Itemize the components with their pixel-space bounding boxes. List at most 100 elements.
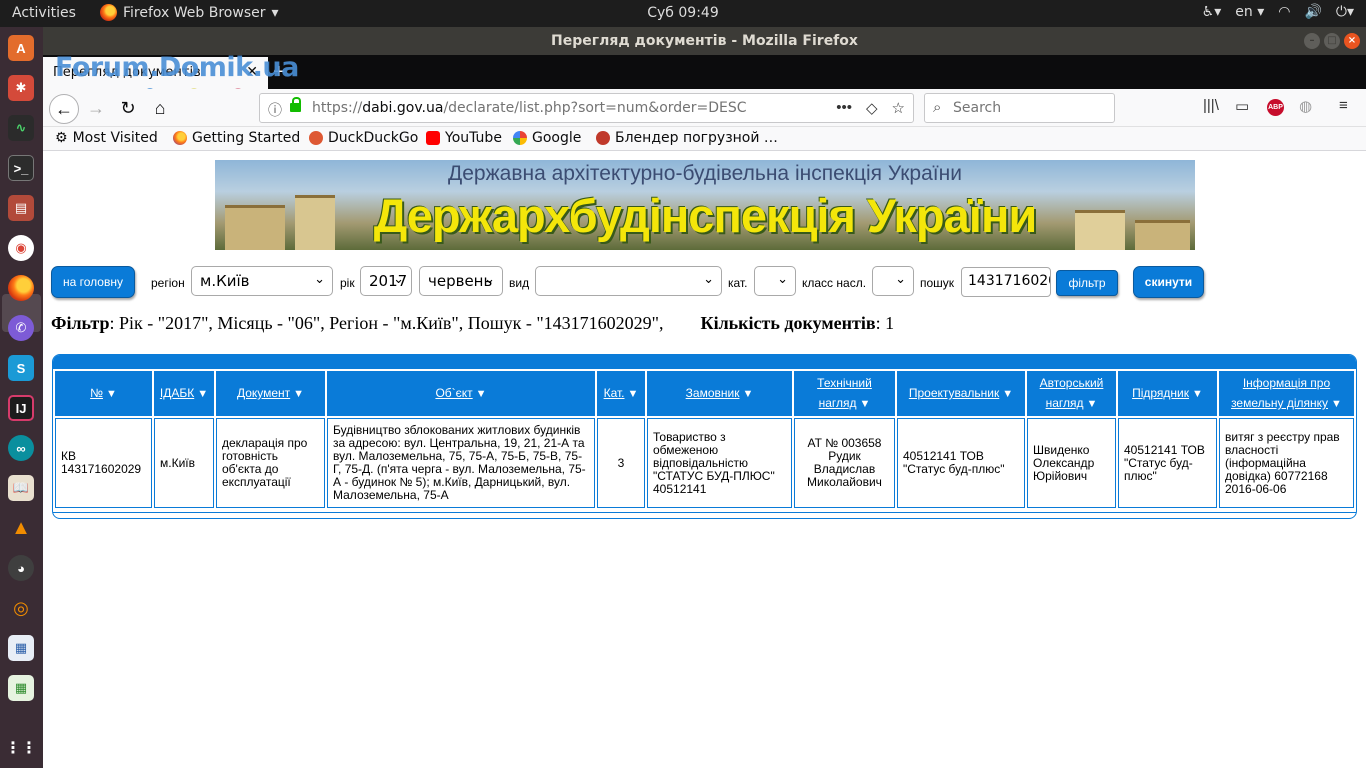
- bookmarks-toolbar: ⚙ Most Visited Getting Started DuckDuckGo…: [43, 127, 1366, 151]
- chrome-icon[interactable]: ◉: [8, 235, 34, 261]
- header-customer[interactable]: Замовник ▼: [647, 371, 792, 416]
- reset-button[interactable]: скинути: [1133, 266, 1204, 298]
- settings-tool-icon[interactable]: ✱: [8, 75, 34, 101]
- search-bar[interactable]: ⌕: [924, 93, 1115, 123]
- gear-icon: ⚙: [55, 130, 68, 146]
- bookmark-youtube[interactable]: YouTube: [426, 130, 502, 146]
- firefox-icon[interactable]: [8, 275, 34, 301]
- cell-customer: Товариство з обмеженою відповідальністю …: [647, 418, 792, 508]
- header-category[interactable]: Кат. ▼: [597, 371, 645, 416]
- show-apps-icon[interactable]: ⋮⋮: [5, 735, 37, 761]
- volume-icon[interactable]: 🔊: [1304, 4, 1321, 20]
- class-select[interactable]: ⌄: [872, 266, 914, 296]
- close-tab-icon[interactable]: ✕: [246, 64, 258, 80]
- pocket-icon[interactable]: ◇: [866, 99, 878, 117]
- terminal-icon[interactable]: >_: [8, 155, 34, 181]
- navigation-toolbar: ← → ↻ ⌂ ⓘ https://dabi.gov.ua/declarate/…: [43, 89, 1366, 127]
- google-icon: [513, 131, 527, 145]
- close-icon[interactable]: ×: [1344, 33, 1360, 49]
- accessibility-icon[interactable]: ♿▾: [1202, 4, 1222, 20]
- system-top-bar: Activities Firefox Web Browser ▾ Суб 09:…: [0, 0, 1366, 27]
- header-contractor[interactable]: Підрядник ▼: [1118, 371, 1217, 416]
- bookmark-getting-started[interactable]: Getting Started: [173, 130, 300, 146]
- category-select[interactable]: ⌄: [754, 266, 796, 296]
- table-row[interactable]: КВ 143171602029 м.Київ декларація про го…: [55, 418, 1354, 508]
- url-text: https://dabi.gov.ua/declarate/list.php?s…: [312, 100, 747, 116]
- url-bar[interactable]: ⓘ https://dabi.gov.ua/declarate/list.php…: [259, 93, 914, 123]
- blender-icon[interactable]: ◎: [8, 595, 34, 621]
- archive-icon[interactable]: ▤: [8, 195, 34, 221]
- sort-icon: ▼: [1192, 388, 1203, 400]
- search-input[interactable]: [953, 99, 1108, 117]
- header-designer[interactable]: Проектувальник ▼: [897, 371, 1025, 416]
- duckduckgo-icon: [309, 131, 323, 145]
- type-select[interactable]: ⌄: [535, 266, 722, 296]
- header-object[interactable]: Об`єкт ▼: [327, 371, 595, 416]
- tab-title: Перегляд документів: [53, 65, 201, 80]
- minimize-icon[interactable]: –: [1304, 33, 1320, 49]
- info-icon[interactable]: ⓘ: [268, 100, 282, 120]
- spreadsheet-icon[interactable]: ▦: [8, 675, 34, 701]
- header-author-supervision[interactable]: Авторський нагляд ▼: [1027, 371, 1116, 416]
- year-select[interactable]: 2017 ⌄: [360, 266, 412, 296]
- forward-button[interactable]: →: [83, 95, 109, 121]
- power-icon[interactable]: ⏻▾: [1336, 4, 1354, 20]
- vlc-icon[interactable]: ▲: [8, 515, 34, 541]
- filter-summary-label: Фільтр: [51, 313, 110, 333]
- new-tab-icon[interactable]: +: [273, 61, 285, 84]
- home-icon[interactable]: ⌂: [147, 95, 173, 121]
- page-actions-icon[interactable]: •••: [836, 99, 852, 117]
- header-number[interactable]: № ▼: [55, 371, 152, 416]
- back-button[interactable]: ←: [49, 94, 79, 124]
- search-field[interactable]: 143171602029: [961, 267, 1051, 297]
- sidebar-icon[interactable]: ▭: [1235, 97, 1249, 115]
- clock[interactable]: Суб 09:49: [647, 5, 719, 21]
- home-page-button[interactable]: на головну: [51, 266, 135, 298]
- book-reader-icon[interactable]: 📖: [8, 475, 34, 501]
- header-idabk[interactable]: ІДАБК ▼: [154, 371, 214, 416]
- extension-globe-icon[interactable]: ◍: [1299, 97, 1312, 115]
- filter-button[interactable]: фільтр: [1056, 270, 1118, 296]
- category-label: кат.: [728, 276, 748, 290]
- bookmark-blender[interactable]: Блендер погрузной …: [596, 130, 778, 146]
- bookmark-star-icon[interactable]: ☆: [892, 99, 905, 117]
- header-technical-supervision[interactable]: Технічний нагляд ▼: [794, 371, 895, 416]
- firefox-icon: [173, 131, 187, 145]
- arduino-icon[interactable]: ∞: [8, 435, 34, 461]
- bookmark-most-visited[interactable]: ⚙ Most Visited: [55, 130, 158, 146]
- document-viewer-icon[interactable]: ▦: [8, 635, 34, 661]
- viber-icon[interactable]: ✆: [8, 315, 34, 341]
- app-menu[interactable]: Firefox Web Browser ▾: [100, 4, 279, 21]
- header-document[interactable]: Документ ▼: [216, 371, 325, 416]
- software-center-icon[interactable]: A: [8, 35, 34, 61]
- intellij-icon[interactable]: IJ: [8, 395, 34, 421]
- month-select[interactable]: червень ⌄: [419, 266, 503, 296]
- banner-title: Держархбудінспекція України: [373, 189, 1038, 242]
- firefox-icon: [100, 4, 117, 21]
- search-icon: ⌕: [933, 99, 942, 116]
- sort-icon: ▼: [293, 388, 305, 400]
- documents-table: № ▼ ІДАБК ▼ Документ ▼ Об`єкт ▼ Кат. ▼ Замовн…: [53, 369, 1356, 510]
- gimp-icon[interactable]: ◕: [8, 555, 34, 581]
- cell-number: КВ 143171602029: [55, 418, 152, 508]
- region-select[interactable]: м.Київ ⌄: [191, 266, 333, 296]
- wifi-icon[interactable]: ◠: [1278, 4, 1290, 20]
- header-land-info[interactable]: Інформація про земельну ділянку ▼: [1219, 371, 1354, 416]
- bookmark-google[interactable]: Google: [513, 130, 581, 146]
- language-selector[interactable]: en ▾: [1235, 4, 1264, 20]
- activities-button[interactable]: Activities: [12, 5, 76, 21]
- reload-button[interactable]: ↻: [115, 95, 141, 121]
- tab-strip: Перегляд документів ✕ +: [43, 55, 1366, 89]
- skype-icon[interactable]: S: [8, 355, 34, 381]
- sort-icon: ▼: [1002, 388, 1014, 400]
- adblock-icon[interactable]: ABP: [1267, 99, 1284, 116]
- bookmark-duckduckgo[interactable]: DuckDuckGo: [309, 130, 418, 146]
- youtube-icon: [426, 131, 440, 145]
- system-monitor-icon[interactable]: ∿: [8, 115, 34, 141]
- tab-active[interactable]: Перегляд документів ✕: [43, 57, 268, 89]
- hamburger-menu-icon[interactable]: ≡: [1339, 97, 1348, 114]
- library-icon[interactable]: |||\: [1203, 97, 1219, 114]
- lock-icon: [290, 97, 301, 113]
- cell-idabk: м.Київ: [154, 418, 214, 508]
- maximize-icon[interactable]: □: [1324, 33, 1340, 49]
